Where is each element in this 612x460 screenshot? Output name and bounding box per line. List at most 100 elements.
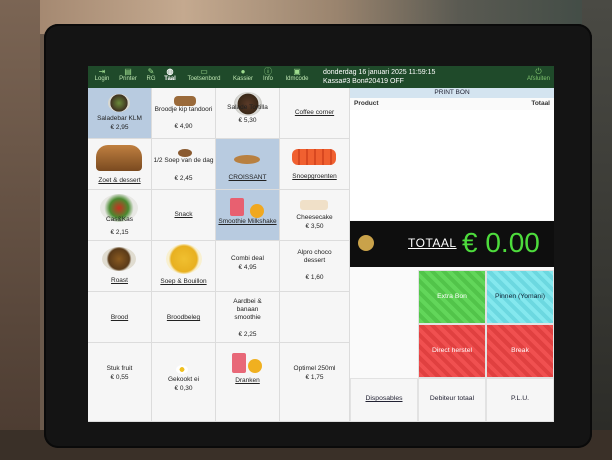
pinnen-label: Pinnen (Yomani)	[494, 293, 545, 300]
disposables-label: Disposables	[365, 395, 403, 402]
soup-image	[178, 149, 192, 157]
product-halve-soep[interactable]: 1/2 Soep van de dag € 2,45	[152, 139, 216, 190]
product-name: Gekookt ei	[167, 376, 200, 383]
debiteur-totaal-label: Debiteur totaal	[429, 395, 475, 402]
receipt-panel: PRINT BON Product Totaal TOTAAL € 0.00 E…	[350, 88, 554, 422]
product-name: Saladebar KLM	[97, 115, 142, 122]
disposables-button[interactable]: Disposables	[350, 378, 418, 422]
product-name: Broodje kip tandoori	[154, 106, 213, 113]
egg-image	[176, 365, 188, 374]
session-info: donderdag 16 januari 2025 11:59:15 Kassa…	[323, 68, 435, 86]
product-grid: Saladebar KLM € 2,95 Broodje kip tandoor…	[88, 88, 350, 422]
product-coffee-corner[interactable]: Coffee corner	[280, 88, 350, 139]
croissant-image	[234, 155, 260, 164]
product-dranken[interactable]: Dranken	[216, 343, 280, 422]
afsluiten-button[interactable]: ⏻ Afsluiten	[527, 67, 550, 82]
product-empty[interactable]	[280, 292, 350, 343]
product-name: CROISSANT	[228, 174, 267, 181]
info-icon: ⓘ	[264, 67, 272, 76]
product-name: Alpro choco dessert	[297, 249, 332, 264]
product-name: Cas&Kas	[105, 216, 134, 223]
product-price: € 5,30	[238, 117, 257, 124]
product-price: € 4,90	[174, 123, 193, 130]
product-croissant[interactable]: CROISSANT	[216, 139, 280, 190]
product-name: Combi deal	[231, 255, 264, 262]
product-salade-tortilla[interactable]: Salade Tortilla € 5,30	[216, 88, 280, 139]
product-price: € 2,95	[110, 124, 129, 131]
extra-bon-button[interactable]: Extra Bon	[418, 270, 486, 324]
debiteur-totaal-button[interactable]: Debiteur totaal	[418, 378, 486, 422]
product-brood[interactable]: Brood	[88, 292, 152, 343]
product-price: € 0,30	[174, 385, 193, 392]
register-info: Kassa#3 Bon#20419 OFF	[323, 78, 404, 85]
product-name: Coffee corner	[294, 109, 335, 116]
product-broodbeleg[interactable]: Broodbeleg	[152, 292, 216, 343]
salad-image	[108, 94, 130, 112]
info-button[interactable]: ⓘ Info	[259, 67, 277, 87]
pinnen-button[interactable]: Pinnen (Yomani)	[486, 270, 554, 324]
receipt-lines[interactable]	[350, 110, 554, 220]
product-name: 1/2 Soep van de dag	[153, 157, 214, 164]
sandwich-image	[174, 96, 196, 106]
product-combi-deal[interactable]: Combi deal € 4,95	[216, 241, 280, 292]
break-label: Break	[511, 347, 529, 354]
product-price: € 2,15	[110, 229, 129, 236]
product-gekookt-ei[interactable]: Gekookt ei € 0,30	[152, 343, 216, 422]
product-price: € 1,60	[305, 274, 324, 281]
total-amount: € 0.00	[462, 227, 540, 258]
afsluiten-label: Afsluiten	[526, 76, 550, 82]
kassier-button[interactable]: ● Kassier	[229, 67, 257, 87]
carrots-image	[292, 149, 336, 165]
datetime: donderdag 16 januari 2025 11:59:15	[323, 69, 436, 76]
product-cheesecake[interactable]: Cheesecake € 3,50	[280, 190, 350, 241]
product-price: € 1,75	[305, 374, 324, 381]
product-optimel[interactable]: Optimel 250ml € 1,75	[280, 343, 350, 422]
background-left	[0, 0, 40, 460]
keyboard-icon: ▭	[200, 67, 208, 76]
product-price: € 2,45	[174, 175, 193, 182]
product-name: Dranken	[235, 377, 260, 384]
printer-icon: ▤	[124, 67, 132, 76]
direct-herstel-button[interactable]: Direct herstel	[418, 324, 486, 378]
direct-herstel-label: Direct herstel	[431, 347, 473, 354]
product-name: Snack	[174, 211, 193, 218]
product-snack[interactable]: Snack	[152, 190, 216, 241]
top-toolbar: ⇥ Login ▤ Printer ✎ RG ◍ Taal ▭ Toetsenb…	[88, 66, 554, 88]
rg-button[interactable]: ✎ RG	[143, 67, 159, 87]
product-broodje-kip[interactable]: Broodje kip tandoori € 4,90	[152, 88, 216, 139]
roast-image	[102, 247, 136, 271]
idmcode-button[interactable]: ▣ Idmcode	[280, 67, 314, 87]
product-roast[interactable]: Roast	[88, 241, 152, 292]
product-snoepgroenten[interactable]: Snoepgroenten	[280, 139, 350, 190]
product-name: Salade Tortilla	[227, 104, 268, 111]
cup-icon	[358, 235, 374, 251]
taal-button[interactable]: ◍ Taal	[161, 67, 179, 87]
product-price: € 4,95	[238, 264, 257, 271]
product-soep-bouillon[interactable]: Soep & Bouillon	[152, 241, 216, 292]
product-alpro-choco[interactable]: Alpro choco dessert € 1,60	[280, 241, 350, 292]
user-icon: ●	[240, 67, 246, 76]
rg-label: RG	[146, 76, 156, 82]
printer-button[interactable]: ▤ Printer	[115, 67, 141, 87]
print-bon-button[interactable]: PRINT BON	[350, 88, 554, 98]
product-name: Soep & Bouillon	[160, 278, 207, 285]
product-cas-kas[interactable]: Cas&Kas € 2,15	[88, 190, 152, 241]
product-smoothie-milkshake[interactable]: Smoothie Milkshake	[216, 190, 280, 241]
info-label: Info	[262, 76, 273, 82]
product-aardbei-banaan[interactable]: Aardbei & banaan smoothie € 2,25	[216, 292, 280, 343]
product-zoet-dessert[interactable]: Zoet & dessert	[88, 139, 152, 190]
power-icon: ⏻	[535, 67, 542, 76]
pos-screen: ⇥ Login ▤ Printer ✎ RG ◍ Taal ▭ Toetsenb…	[88, 66, 554, 422]
wrench-icon: ✎	[147, 67, 155, 76]
product-price: € 2,25	[238, 331, 257, 338]
product-saladebar-klm[interactable]: Saladebar KLM € 2,95	[88, 88, 152, 139]
login-button[interactable]: ⇥ Login	[91, 67, 113, 87]
product-stuk-fruit[interactable]: Stuk fruit € 0,55	[88, 343, 152, 422]
break-button[interactable]: Break	[486, 324, 554, 378]
toetsenbord-button[interactable]: ▭ Toetsenbord	[181, 67, 227, 87]
column-product: Product	[354, 100, 379, 107]
product-price: € 0,55	[110, 374, 129, 381]
plu-button[interactable]: P.L.U.	[486, 378, 554, 422]
idmcode-label: Idmcode	[285, 76, 309, 82]
pastry-image	[96, 145, 142, 171]
